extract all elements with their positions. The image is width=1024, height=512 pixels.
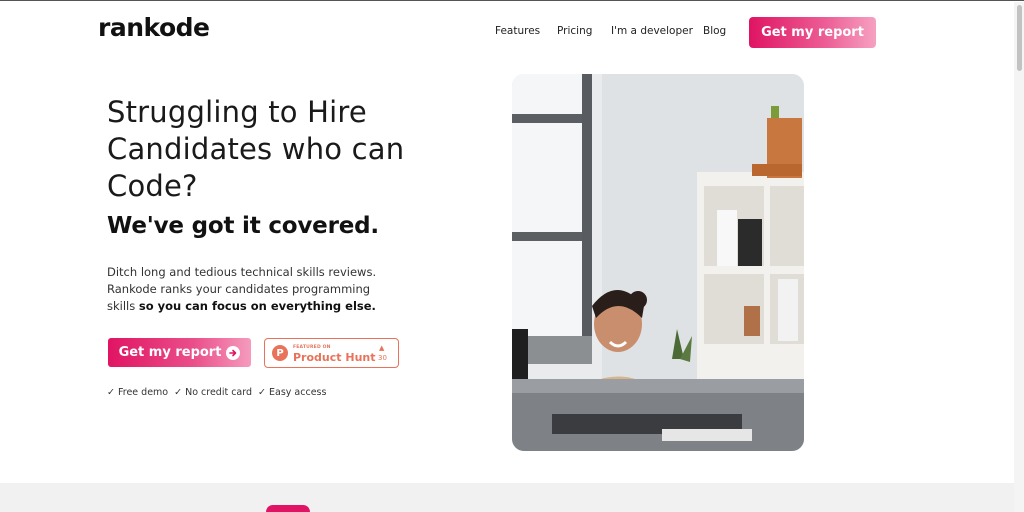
nav-features[interactable]: Features <box>495 25 540 37</box>
nav-pricing[interactable]: Pricing <box>557 25 592 37</box>
perk-item: ✓ Free demo <box>107 387 169 398</box>
logo[interactable]: rankode <box>98 13 210 42</box>
hero-photo <box>512 74 804 451</box>
header-get-report-button[interactable]: Get my report <box>749 17 876 48</box>
upvote-icon: ▲ <box>379 344 385 352</box>
nav-blog[interactable]: Blog <box>703 25 726 37</box>
product-hunt-icon: P <box>272 345 288 361</box>
perk-item: ✓ Easy access <box>258 387 327 398</box>
perks-list: ✓ Free demo ✓ No credit card ✓ Easy acce… <box>107 387 326 398</box>
perk-item: ✓ No credit card <box>174 387 253 398</box>
product-hunt-label: Product Hunt <box>293 351 376 364</box>
scrollbar[interactable] <box>1014 2 1024 512</box>
section-badge <box>266 505 310 512</box>
hero-cta-label: Get my report <box>118 345 222 360</box>
product-hunt-featured-label: FEATURED ON <box>293 345 331 350</box>
scrollbar-thumb[interactable] <box>1017 5 1022 71</box>
page: rankode Features Pricing I'm a developer… <box>0 0 1024 512</box>
hero-description: Ditch long and tedious technical skills … <box>107 264 397 315</box>
hero-title: Struggling to Hire Candidates who can Co… <box>107 95 405 203</box>
upvote-count: 30 <box>378 354 387 362</box>
product-hunt-badge[interactable]: P FEATURED ON Product Hunt ▲ 30 <box>264 338 399 368</box>
nav-developer[interactable]: I'm a developer <box>611 25 693 37</box>
hero-subtitle: We've got it covered. <box>107 213 379 239</box>
next-section <box>0 483 1024 512</box>
arrow-right-icon <box>226 345 241 360</box>
hero-get-report-button[interactable]: Get my report <box>108 338 251 367</box>
hero-description-bold: so you can focus on everything else. <box>138 299 376 313</box>
